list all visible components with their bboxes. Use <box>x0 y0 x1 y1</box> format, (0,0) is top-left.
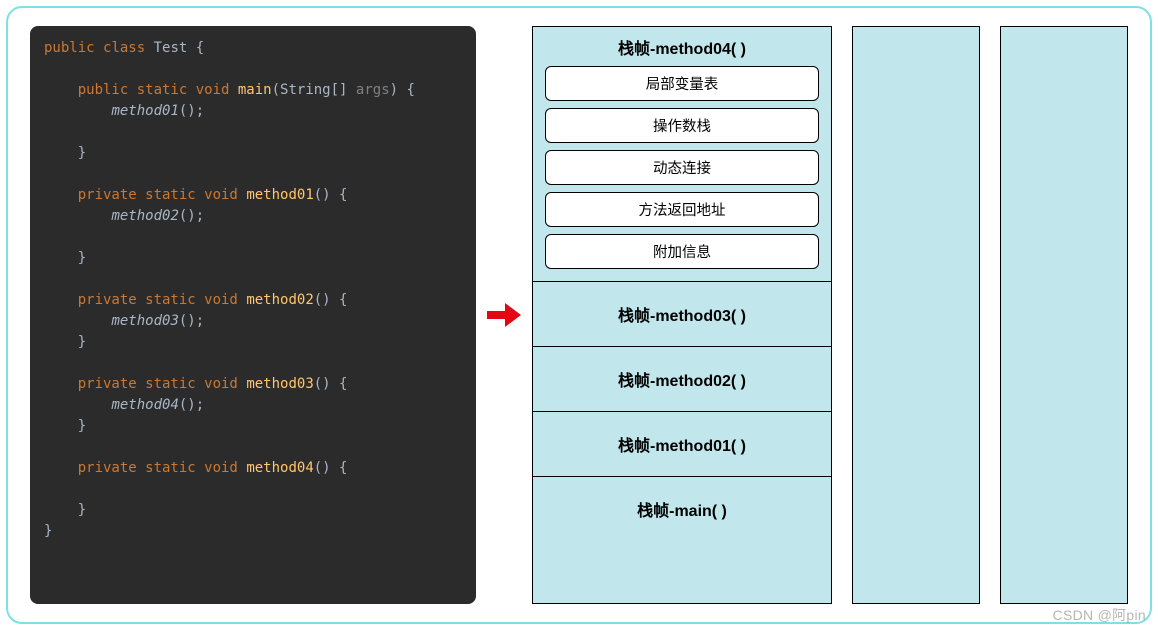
stack-thread-3 <box>1000 26 1128 604</box>
code-panel: public class Test { public static void m… <box>30 26 476 604</box>
arrow-right-icon <box>487 303 521 327</box>
stacks-area: 栈帧-method04( ) 局部变量表操作数栈动态连接方法返回地址附加信息 栈… <box>532 26 1128 604</box>
stack-frame: 栈帧-method02( ) <box>533 347 831 412</box>
stack-main: 栈帧-method04( ) 局部变量表操作数栈动态连接方法返回地址附加信息 栈… <box>532 26 832 604</box>
code-content: public class Test { public static void m… <box>44 38 462 542</box>
frame-part: 局部变量表 <box>545 66 819 101</box>
frame-part: 方法返回地址 <box>545 192 819 227</box>
stack-frame: 栈帧-method01( ) <box>533 412 831 477</box>
stack-frame-top-title: 栈帧-method04( ) <box>545 35 819 59</box>
stack-frame-top: 栈帧-method04( ) 局部变量表操作数栈动态连接方法返回地址附加信息 <box>533 27 831 282</box>
diagram-frame: public class Test { public static void m… <box>6 6 1152 624</box>
frame-part: 操作数栈 <box>545 108 819 143</box>
frame-part: 动态连接 <box>545 150 819 185</box>
stack-thread-2 <box>852 26 980 604</box>
stack-frame: 栈帧-method03( ) <box>533 282 831 347</box>
stack-frame: 栈帧-main( ) <box>533 477 831 541</box>
frame-part: 附加信息 <box>545 234 819 269</box>
arrow-column <box>476 26 532 604</box>
